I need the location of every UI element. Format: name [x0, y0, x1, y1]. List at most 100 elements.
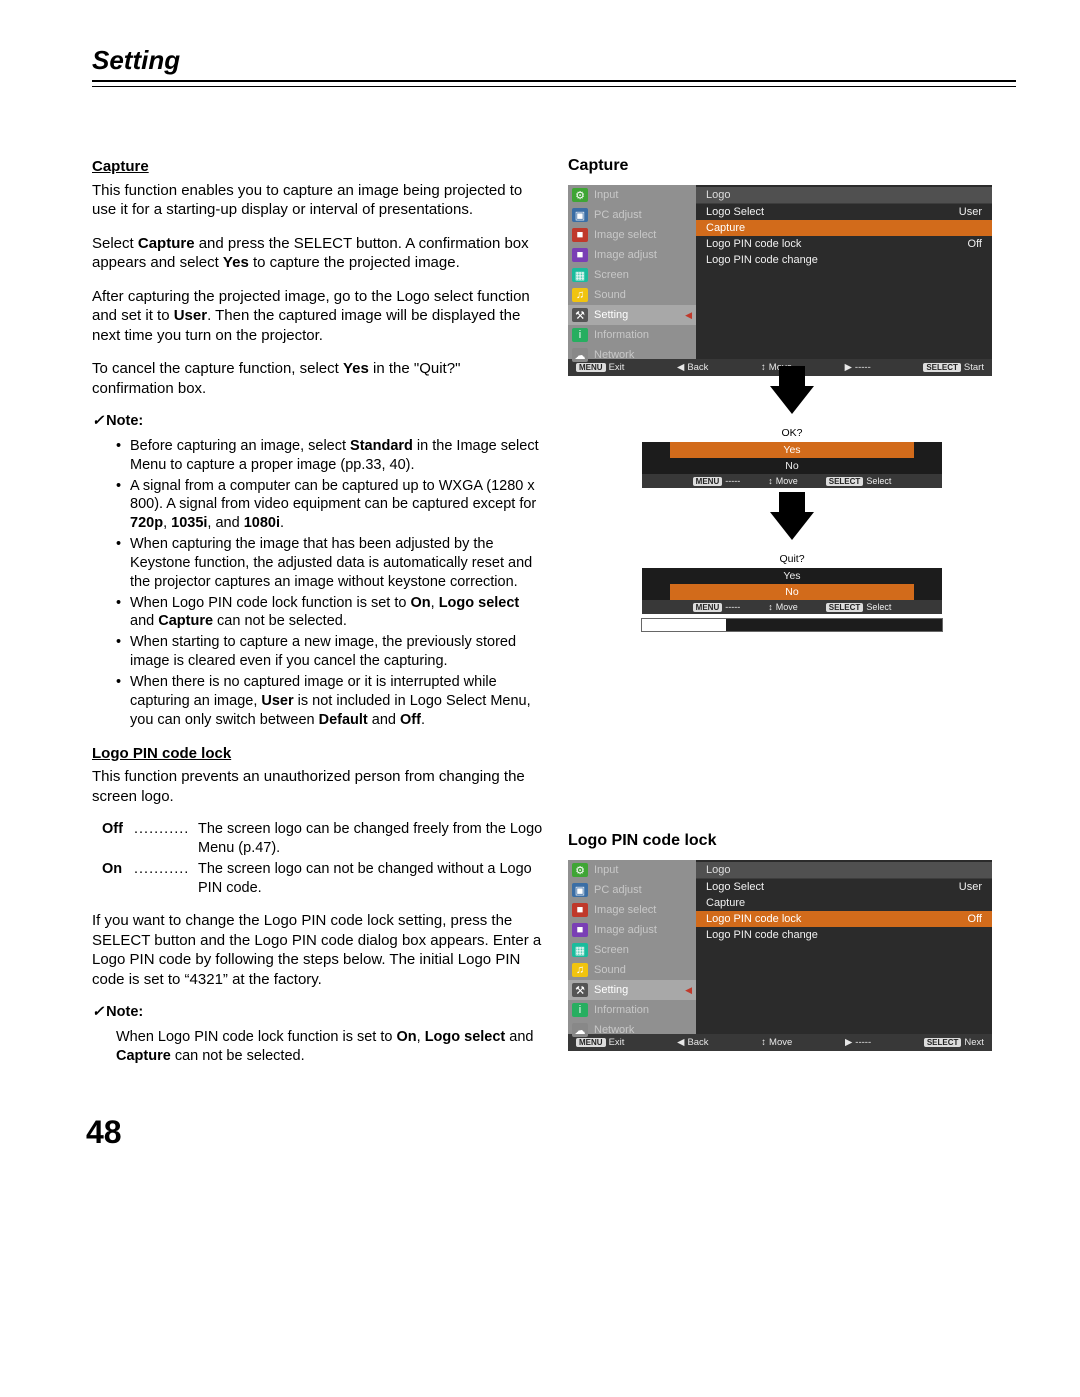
manual-page: Setting Capture This function enables yo…: [0, 0, 1080, 1181]
updown-arrow-icon: ↕: [768, 602, 773, 612]
right-arrow-icon: ▶: [845, 362, 852, 373]
menu-capture: ⚙Input ▣ PC adjust ■Image select■Image adju…: [568, 185, 992, 376]
note1-item3: When capturing the image that has been a…: [116, 535, 544, 592]
capture-step1: Select Capture and press the SELECT butt…: [92, 234, 544, 273]
sidebar-item-input[interactable]: ⚙Input: [568, 860, 696, 880]
menu-pill-icon: MENU: [693, 603, 723, 612]
menu-row-capture[interactable]: Capture: [696, 220, 992, 236]
information-icon: i: [572, 328, 588, 342]
menu-row-capture[interactable]: Capture: [696, 895, 992, 911]
pin-off-label: Off: [102, 820, 134, 858]
sidebar-item-image-select[interactable]: ■Image select: [568, 225, 696, 245]
note1-list: Before capturing an image, select Standa…: [116, 437, 544, 730]
updown-arrow-icon: ↕: [761, 362, 766, 373]
note1-item4: When Logo PIN code lock function is set …: [116, 594, 544, 632]
sidebar-item-label: PC adjust: [594, 209, 642, 221]
menu-row-label: Logo Select: [706, 206, 764, 218]
sidebar-item-setting[interactable]: ⚒Setting: [568, 980, 696, 1000]
content-columns: Capture This function enables you to cap…: [92, 157, 1016, 1080]
sidebar-item-information[interactable]: i Information: [568, 1000, 696, 1020]
menu-row-label: Logo PIN code lock: [706, 238, 801, 250]
menu-row-label: Logo PIN code change: [706, 929, 818, 941]
pin-heading: Logo PIN code lock: [92, 744, 544, 764]
sidebar-item-image-select[interactable]: ■Image select: [568, 900, 696, 920]
note1-heading: Note:: [92, 412, 544, 431]
sidebar-item-pc-adjust[interactable]: ▣PC adjust: [568, 880, 696, 900]
capture-intro: This function enables you to capture an …: [92, 181, 544, 220]
menu-row-logo-pin-code-lock[interactable]: Logo PIN code lockOff: [696, 236, 992, 252]
pin-on-label: On: [102, 860, 134, 898]
confirm-ok-help: MENU----- ↕Move SELECTSelect: [642, 474, 942, 488]
select-pill-icon: SELECT: [826, 477, 864, 486]
menu-sidebar[interactable]: ⚙Input▣PC adjust■Image select■Image adju…: [568, 860, 696, 1034]
image-adjust-icon: ■: [572, 248, 588, 262]
sidebar-item-sound[interactable]: ♫Sound: [568, 960, 696, 980]
menu-row-label: Logo Select: [706, 881, 764, 893]
image-select-icon: ■: [572, 903, 588, 917]
menu-row-label: Logo PIN code lock: [706, 913, 801, 925]
sidebar-item-sound[interactable]: ♫Sound: [568, 285, 696, 305]
menu-row-logo-select[interactable]: Logo Select User: [696, 879, 992, 895]
confirm-ok-yes[interactable]: Yes: [670, 442, 914, 458]
sidebar-item-label: Setting: [594, 984, 628, 996]
arrow-down-icon: [770, 512, 814, 540]
menu-row-logo-pin-code-lock[interactable]: Logo PIN code lock Off: [696, 911, 992, 927]
confirm-quit-no[interactable]: No: [670, 584, 914, 600]
menu-main[interactable]: Logo Logo SelectUserCaptureLogo PIN code…: [696, 860, 992, 1034]
sidebar-item-information[interactable]: i Information: [568, 325, 696, 345]
menu-row-value: User: [959, 206, 982, 218]
sidebar-item-input[interactable]: ⚙Input: [568, 185, 696, 205]
sidebar-item-screen[interactable]: ▦Screen: [568, 265, 696, 285]
menu-row-value: User: [959, 881, 982, 893]
sidebar-item-label: Sound: [594, 964, 626, 976]
confirm-ok-no[interactable]: No: [642, 458, 942, 474]
input-icon: ⚙: [572, 863, 588, 877]
menu-main[interactable]: Logo Logo SelectUserCaptureLogo PIN code…: [696, 185, 992, 359]
sidebar-item-network[interactable]: ☁Network: [568, 1020, 696, 1040]
sidebar-item-pc-adjust[interactable]: ▣ PC adjust: [568, 205, 696, 225]
select-pill-icon: SELECT: [826, 603, 864, 612]
confirm-quit-title: Quit?: [642, 550, 942, 568]
sidebar-item-label: Screen: [594, 944, 629, 956]
sidebar-item-label: Information: [594, 329, 649, 341]
sidebar-item-screen[interactable]: ▦Screen: [568, 940, 696, 960]
menu-row-value: Off: [968, 913, 982, 925]
sidebar-item-setting[interactable]: ⚒Setting: [568, 305, 696, 325]
select-pill-icon: SELECT: [923, 363, 961, 372]
left-column: Capture This function enables you to cap…: [92, 157, 544, 1080]
menu-row-label: Capture: [706, 222, 745, 234]
pc-adjust-icon: ▣: [572, 208, 588, 222]
pin-intro: This function prevents an unauthorized p…: [92, 767, 544, 806]
leader-dots: ...........: [134, 860, 198, 898]
pin-off-value: The screen logo can be changed freely fr…: [198, 820, 544, 858]
sidebar-item-image-adjust[interactable]: ■Image adjust: [568, 245, 696, 265]
note1-item6: When there is no captured image or it is…: [116, 673, 544, 730]
menu-row-logo-pin-code-change[interactable]: Logo PIN code change: [696, 252, 992, 268]
pin-off-row: Off ........... The screen logo can be c…: [92, 820, 544, 858]
sidebar-item-image-adjust[interactable]: ■Image adjust: [568, 920, 696, 940]
confirm-quit-help: MENU----- ↕Move SELECTSelect: [642, 600, 942, 614]
sidebar-item-label: Information: [594, 1004, 649, 1016]
logo-pin-fig-heading: Logo PIN code lock: [568, 832, 1016, 850]
confirm-quit: Quit? Yes No MENU----- ↕Move SELECTSelec…: [642, 550, 942, 614]
updown-arrow-icon: ↕: [761, 1037, 766, 1048]
sidebar-item-label: Screen: [594, 269, 629, 281]
sidebar-item-label: Setting: [594, 309, 628, 321]
menu-row-logo-select[interactable]: Logo Select User: [696, 204, 992, 220]
note2-heading: Note:: [92, 1003, 544, 1022]
sidebar-item-network[interactable]: ☁Network: [568, 345, 696, 365]
right-arrow-icon: ▶: [845, 1037, 852, 1048]
menu-header: Logo: [696, 862, 992, 879]
sound-icon: ♫: [572, 288, 588, 302]
confirm-quit-yes[interactable]: Yes: [642, 568, 942, 584]
image-select-icon: ■: [572, 228, 588, 242]
sidebar-item-label: Image adjust: [594, 924, 657, 936]
sidebar-item-label: PC adjust: [594, 884, 642, 896]
information-icon: i: [572, 1003, 588, 1017]
menu-row-logo-pin-code-change[interactable]: Logo PIN code change: [696, 927, 992, 943]
capture-progress: [641, 618, 943, 632]
arrow-down-icon: [770, 386, 814, 414]
sidebar-item-label: Input: [594, 189, 618, 201]
menu-sidebar[interactable]: ⚙Input ▣ PC adjust ■Image select■Image adju…: [568, 185, 696, 359]
page-number: 48: [86, 1114, 1016, 1151]
